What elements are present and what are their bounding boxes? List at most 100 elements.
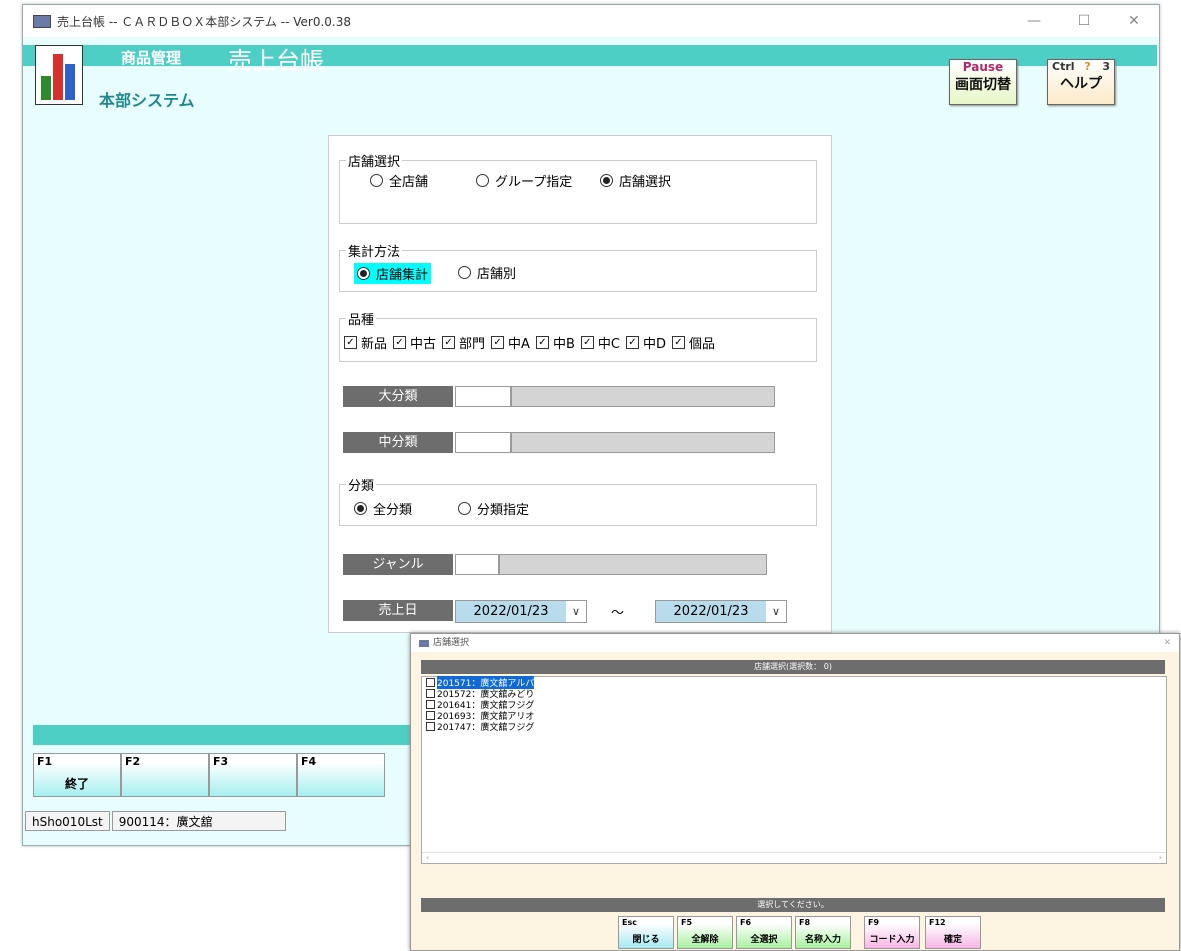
close-icon[interactable]: ✕: [1109, 13, 1159, 29]
pause-key-label: Pause: [962, 60, 1004, 74]
close-icon[interactable]: ✕: [1163, 634, 1171, 652]
help-button[interactable]: Ctrl ? 3 ヘルプ: [1047, 59, 1115, 105]
middle-class-label: 中分類: [343, 432, 453, 453]
question-icon: ?: [1084, 60, 1091, 73]
checkbox-checked-icon[interactable]: ✓: [442, 336, 456, 349]
date-to-picker[interactable]: 2022/01/23 ∨: [655, 600, 787, 623]
checkbox-checked-icon[interactable]: ✓: [393, 336, 407, 349]
fkey-label: 終了: [64, 777, 89, 791]
screen-switch-button[interactable]: Pause 画面切替: [949, 59, 1017, 105]
minimize-icon[interactable]: —: [1009, 13, 1059, 29]
checkbox-label: 部門: [459, 337, 486, 352]
radio-all-class[interactable]: 全分類: [354, 499, 412, 518]
radio-label: グループ指定: [495, 175, 573, 190]
f12-confirm-button[interactable]: F12 確定: [925, 916, 981, 949]
list-item[interactable]: 201747：廣文舘フジグ: [426, 721, 1166, 733]
f2-button[interactable]: F2: [121, 753, 209, 797]
esc-close-button[interactable]: Esc 閉じる: [618, 916, 674, 949]
key-num: Esc: [622, 918, 637, 927]
radio-icon: [370, 174, 383, 187]
checkbox-label: 中C: [597, 337, 620, 352]
f9-code-input-button[interactable]: F9 コード入力: [864, 916, 920, 949]
product-type-checkboxes: ✓ 新品 ✓ 中古 ✓ 部門 ✓ 中A ✓ 中B ✓ 中C ✓ 中D ✓ 個品: [344, 333, 715, 352]
checkbox-icon[interactable]: [426, 689, 435, 698]
checkbox-icon[interactable]: [426, 700, 435, 709]
list-item[interactable]: 201572：廣文舘みどり: [426, 688, 1166, 700]
fkey-num: F2: [125, 755, 141, 768]
key-label: 全解除: [691, 935, 719, 945]
maximize-icon[interactable]: ☐: [1059, 13, 1109, 29]
chart-logo-icon: [35, 45, 83, 105]
key-num: F6: [740, 918, 752, 927]
genre-label: ジャンル: [343, 554, 453, 575]
scroll-right-icon[interactable]: ›: [1159, 853, 1162, 862]
checkbox-checked-icon[interactable]: ✓: [580, 336, 594, 349]
checkbox-checked-icon[interactable]: ✓: [535, 336, 549, 349]
f8-name-input-button[interactable]: F8 名称入力: [795, 916, 851, 949]
radio-class-specify[interactable]: 分類指定: [458, 499, 529, 518]
checkbox-checked-icon[interactable]: ✓: [671, 336, 685, 349]
list-item[interactable]: 201571：廣文舘アルパ: [426, 676, 1166, 689]
f4-button[interactable]: F4: [297, 753, 385, 797]
scroll-left-icon[interactable]: ‹: [426, 853, 429, 862]
genre-name-field: [499, 554, 767, 575]
key-num: F5: [681, 918, 693, 927]
checkbox-checked-icon[interactable]: ✓: [625, 336, 639, 349]
checkbox-icon[interactable]: [426, 711, 435, 720]
radio-icon: [476, 174, 489, 187]
key-label: 閉じる: [632, 935, 660, 945]
radio-label: 分類指定: [477, 503, 530, 518]
status-store: 900114：廣文舘: [111, 811, 286, 831]
header-subtitle: 本部システム: [99, 91, 195, 110]
checkbox-label: 中D: [642, 337, 666, 352]
checkbox-checked-icon[interactable]: ✓: [491, 336, 505, 349]
f3-button[interactable]: F3: [209, 753, 297, 797]
list-item-label: 201747：廣文舘フジグ: [437, 723, 535, 733]
f6-select-all-button[interactable]: F6 全選択: [736, 916, 792, 949]
status-bar: hSho010Lst 900114：廣文舘: [25, 811, 288, 831]
date-from-picker[interactable]: 2022/01/23 ∨: [455, 600, 587, 623]
middle-class-code-input[interactable]: [455, 432, 511, 453]
middle-class-name-field: [511, 432, 775, 453]
fkey-num: F3: [213, 755, 229, 768]
list-item[interactable]: 201693：廣文舘アリオ: [426, 710, 1166, 722]
chevron-down-icon[interactable]: ∨: [766, 601, 786, 622]
radio-icon: [458, 502, 471, 515]
checkbox-checked-icon[interactable]: ✓: [344, 336, 357, 349]
date-range-tilde: ～: [611, 606, 625, 621]
checkbox-label: 個品: [688, 337, 715, 352]
checkbox-label: 中B: [552, 337, 575, 352]
radio-store-total[interactable]: 店舗集計: [354, 263, 432, 284]
radio-all-stores[interactable]: 全店舗: [370, 171, 428, 190]
radio-label: 店舗選択: [619, 175, 672, 190]
date-to-value: 2022/01/23: [656, 601, 766, 622]
f5-clear-all-button[interactable]: F5 全解除: [677, 916, 733, 949]
f1-exit-button[interactable]: F1 終了: [33, 753, 121, 797]
condition-panel: 店舗選択 全店舗 グループ指定 店舗選択 集計方法 店舗集計 店舗別 品種 ✓ 新…: [328, 135, 832, 633]
sales-date-label: 売上日: [343, 600, 453, 621]
list-item[interactable]: 201641：廣文舘フジグ: [426, 699, 1166, 711]
product-type-group: 品種 ✓ 新品 ✓ 中古 ✓ 部門 ✓ 中A ✓ 中B ✓ 中C ✓ 中D ✓ 個品: [339, 309, 817, 362]
radio-store-select[interactable]: 店舗選択: [600, 171, 671, 190]
date-from-value: 2022/01/23: [456, 601, 566, 622]
store-list[interactable]: 201571：廣文舘アルパ 201572：廣文舘みどり 201641：廣文舘フジ…: [421, 676, 1167, 864]
checkbox-icon[interactable]: [426, 678, 435, 687]
radio-group-select[interactable]: グループ指定: [476, 171, 572, 190]
product-type-legend: 品種: [346, 309, 377, 328]
chevron-down-icon[interactable]: ∨: [566, 601, 586, 622]
genre-code-input[interactable]: [455, 554, 499, 575]
key-num: F8: [799, 918, 811, 927]
window-title: 売上台帳 -- ＣＡＲＤＢＯＸ本部システム -- Ver0.0.38: [57, 14, 351, 29]
app-icon: [33, 14, 51, 28]
major-class-code-input[interactable]: [455, 386, 511, 407]
fkey-num: F4: [301, 755, 317, 768]
key-label: 名称入力: [804, 935, 841, 945]
radio-by-store[interactable]: 店舗別: [458, 263, 516, 282]
checkbox-icon[interactable]: [426, 722, 435, 731]
app-icon: [419, 639, 429, 647]
dialog-message-bar: 選択してください。: [421, 898, 1165, 912]
dialog-header-bar: 店舗選択(選択数： 0): [421, 660, 1165, 674]
checkbox-label: 中A: [508, 337, 530, 352]
key-label: コード入力: [869, 935, 915, 945]
horizontal-scrollbar[interactable]: ‹ ›: [422, 852, 1166, 863]
